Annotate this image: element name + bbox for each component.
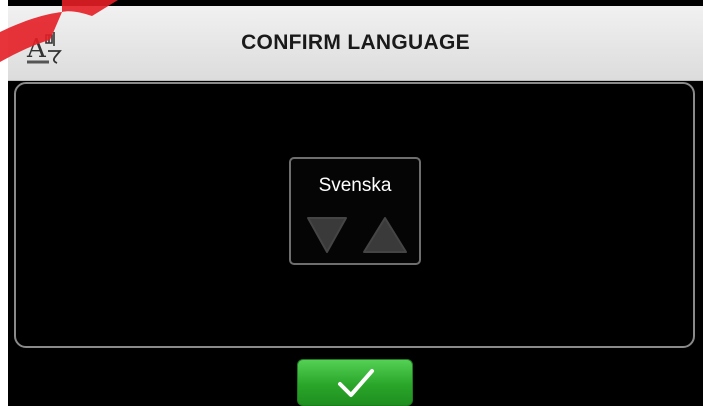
next-language-button[interactable]	[361, 215, 409, 255]
triangle-up-icon	[363, 217, 407, 253]
language-confirm-screen: A CONFIRM LANGUAGE Svenska	[8, 0, 703, 406]
header-bar: A CONFIRM LANGUAGE	[8, 6, 703, 81]
selected-language: Svenska	[318, 175, 392, 196]
confirm-button[interactable]	[297, 359, 413, 406]
previous-language-button[interactable]	[305, 215, 349, 255]
page-title: CONFIRM LANGUAGE	[241, 31, 470, 54]
checkmark-icon	[338, 369, 374, 397]
triangle-down-icon	[307, 217, 347, 253]
language-selector: Svenska	[289, 157, 421, 265]
